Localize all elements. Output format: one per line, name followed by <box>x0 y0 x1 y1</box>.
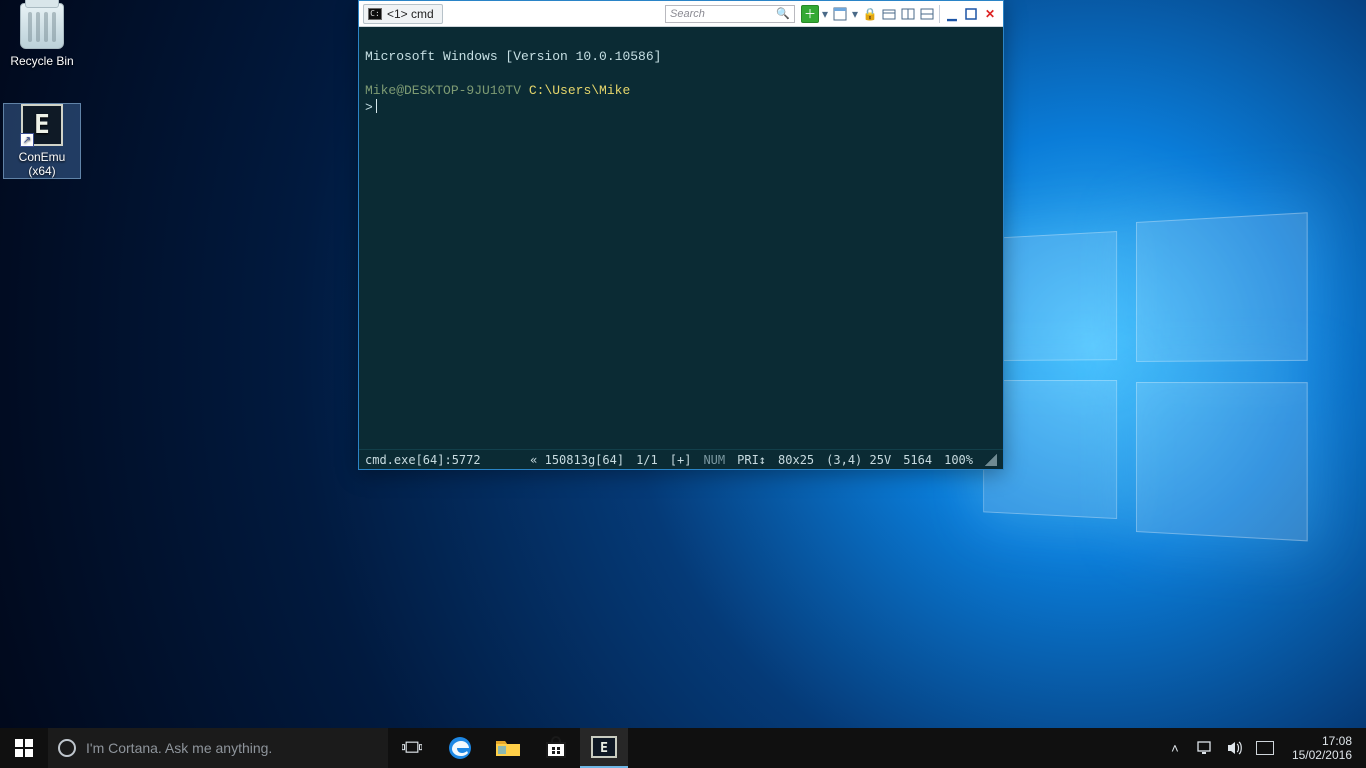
volume-icon[interactable] <box>1226 739 1244 757</box>
clock-date: 15/02/2016 <box>1292 748 1352 762</box>
new-console-button[interactable]: ＋ <box>801 5 819 23</box>
cortana-search[interactable]: I'm Cortana. Ask me anything. <box>48 728 388 768</box>
cmd-icon: C: <box>368 8 382 20</box>
action-center-icon[interactable] <box>1256 739 1274 757</box>
desktop-icon-conemu[interactable]: E↗ ConEmu (x64) <box>4 104 80 178</box>
taskbar-app-edge[interactable] <box>436 728 484 768</box>
window-mode-dropdown[interactable]: ▾ <box>850 5 860 23</box>
desktop-icon-label: ConEmu (x64) <box>4 150 80 178</box>
lock-button[interactable]: 🔒 <box>861 5 879 23</box>
start-button[interactable] <box>0 728 48 768</box>
network-icon[interactable] <box>1196 739 1214 757</box>
prompt-symbol: > <box>365 100 373 115</box>
separator <box>939 5 940 23</box>
conemu-window[interactable]: C: <1> cmd Search 🔍 ＋ ▾ ▾ 🔒 <box>358 0 1004 470</box>
new-console-dropdown[interactable]: ▾ <box>820 5 830 23</box>
close-button[interactable]: ✕ <box>981 5 999 23</box>
tab-label: <1> cmd <box>387 7 434 21</box>
console-tab[interactable]: C: <1> cmd <box>363 4 443 24</box>
task-view-icon <box>402 740 422 756</box>
taskbar-app-conemu[interactable]: E <box>580 728 628 768</box>
desktop-icon-recycle-bin[interactable]: Recycle Bin <box>4 2 80 68</box>
cortana-placeholder: I'm Cortana. Ask me anything. <box>86 740 272 756</box>
status-num: NUM <box>703 453 725 467</box>
taskbar-app-file-explorer[interactable] <box>484 728 532 768</box>
desktop-icon-label: Recycle Bin <box>4 54 80 68</box>
terminal-line: Microsoft Windows [Version 10.0.10586] <box>365 49 661 64</box>
system-tray: ˄ 17:08 15/02/2016 <box>1158 728 1366 768</box>
status-bar: cmd.exe[64]:5772 « 150813g[64] 1/1 [+] N… <box>359 449 1003 469</box>
task-view-button[interactable] <box>388 728 436 768</box>
wallpaper-windows-logo <box>983 221 1307 540</box>
taskbar-app-store[interactable] <box>532 728 580 768</box>
taskbar: I'm Cortana. Ask me anything. E <box>0 728 1366 768</box>
cursor <box>376 99 377 113</box>
edge-icon <box>447 735 473 761</box>
status-plus[interactable]: [+] <box>670 453 692 467</box>
svg-text:E: E <box>600 741 608 756</box>
recycle-bin-icon <box>18 2 66 50</box>
status-process: cmd.exe[64]:5772 <box>365 453 481 467</box>
status-mem: 5164 <box>903 453 932 467</box>
prompt-path: C:\Users\Mike <box>529 83 630 98</box>
clock[interactable]: 17:08 15/02/2016 <box>1286 734 1358 762</box>
status-cursor: (3,4) 25V <box>826 453 891 467</box>
status-pri: PRI↕ <box>737 453 766 467</box>
split-horizontal-button[interactable] <box>918 5 936 23</box>
split-vertical-button[interactable] <box>899 5 917 23</box>
status-zoom: 100% <box>944 453 973 467</box>
minimize-button[interactable]: ▁ <box>943 5 961 23</box>
cortana-icon <box>58 739 76 757</box>
status-build: « 150813g[64] <box>530 453 624 467</box>
status-consoles: 1/1 <box>636 453 658 467</box>
search-icon: 🔍 <box>776 7 790 20</box>
conemu-taskbar-icon: E <box>591 736 617 758</box>
conemu-icon: E↗ <box>21 104 63 146</box>
clock-time: 17:08 <box>1292 734 1352 748</box>
tray-overflow-button[interactable]: ˄ <box>1166 739 1184 757</box>
folder-icon <box>495 737 521 759</box>
status-size: 80x25 <box>778 453 814 467</box>
maximize-button[interactable] <box>962 5 980 23</box>
store-icon <box>544 736 568 760</box>
titlebar[interactable]: C: <1> cmd Search 🔍 ＋ ▾ ▾ 🔒 <box>359 1 1003 27</box>
prompt-user: Mike@DESKTOP-9JU10TV <box>365 83 521 98</box>
window-mode-button[interactable] <box>831 5 849 23</box>
show-tabs-button[interactable] <box>880 5 898 23</box>
terminal-area[interactable]: Microsoft Windows [Version 10.0.10586] M… <box>359 27 1003 449</box>
resize-grip-icon[interactable] <box>985 454 997 466</box>
windows-logo-icon <box>15 739 33 757</box>
search-input[interactable]: Search 🔍 <box>665 5 795 23</box>
search-placeholder: Search <box>670 8 705 20</box>
